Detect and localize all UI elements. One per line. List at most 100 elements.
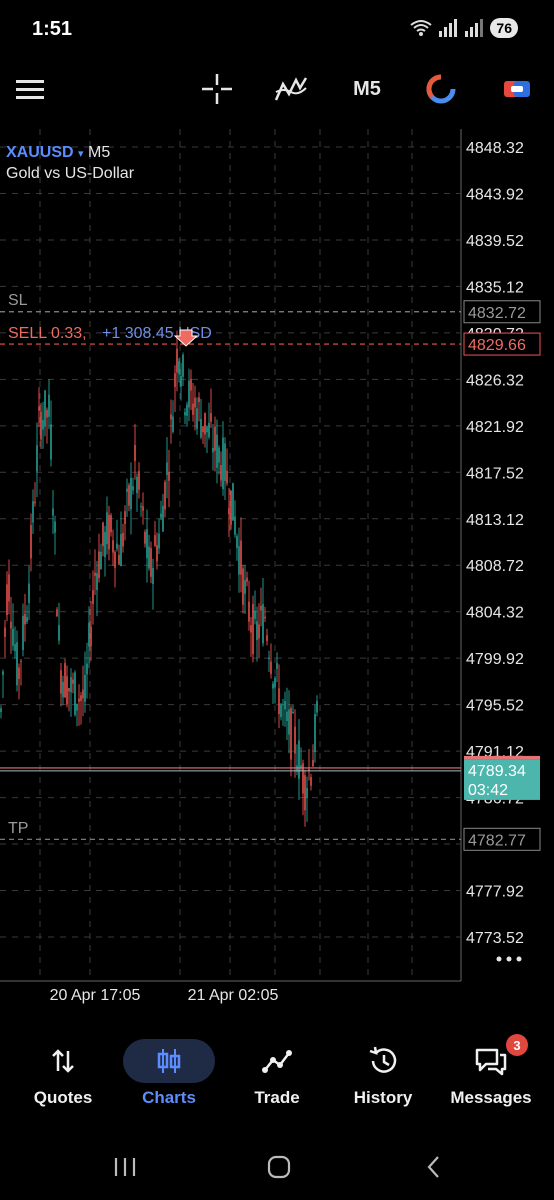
candle-body (12, 628, 14, 646)
more-dots-icon[interactable] (496, 956, 502, 962)
one-click-trading-icon[interactable] (500, 72, 534, 106)
nav-messages[interactable]: 3 Messages (436, 1030, 546, 1120)
price-label: 4839.52 (466, 233, 524, 250)
symbol-dropdown-icon[interactable]: ▾ (78, 148, 84, 160)
candle-body (78, 698, 80, 702)
candle-body (178, 361, 180, 374)
symbol-name[interactable]: XAUUSD (6, 144, 74, 161)
candle-body (282, 704, 284, 706)
price-label: 4795.52 (466, 698, 524, 715)
candle-body (110, 515, 112, 533)
candle-body (222, 437, 224, 490)
candle-body (8, 574, 10, 602)
candle-body (96, 573, 98, 591)
timeframe-button[interactable]: M5 (345, 72, 389, 106)
crosshair-icon[interactable] (200, 72, 234, 106)
candle-body (290, 708, 292, 760)
candle-body (210, 413, 212, 422)
candle-body (260, 605, 262, 611)
candle-body (286, 711, 288, 721)
candle-body (264, 616, 266, 619)
candle-body (116, 543, 118, 549)
candle-body (34, 501, 36, 504)
home-icon[interactable] (259, 1152, 299, 1182)
candle-body (126, 488, 128, 492)
candle-body (24, 613, 26, 625)
objects-icon[interactable] (424, 72, 458, 106)
candle-body (50, 424, 52, 460)
candle-body (122, 532, 124, 547)
candle-body (146, 529, 148, 559)
more-dots-icon[interactable] (516, 956, 522, 962)
candle-body (164, 482, 166, 510)
candle-body (188, 380, 190, 408)
candle-body (6, 584, 8, 616)
candle-body (312, 759, 314, 767)
tp-label: TP (8, 820, 28, 837)
chart-symbol-header[interactable]: XAUUSD ▾ M5 (6, 144, 110, 162)
candle-body (258, 624, 260, 639)
candle-body (44, 390, 46, 427)
candle-body (246, 577, 248, 582)
candle-body (18, 667, 20, 679)
recents-icon[interactable] (105, 1152, 145, 1182)
candle-body (184, 412, 186, 416)
candle-body (170, 414, 172, 420)
candle-body (4, 627, 6, 637)
bid-price: 4789.34 (468, 763, 526, 780)
price-label: 4843.92 (466, 186, 524, 203)
candle-body (90, 626, 92, 646)
nav-history[interactable]: History (328, 1030, 438, 1120)
order-price: 4829.66 (468, 337, 526, 354)
status-icons: 76 (410, 18, 518, 38)
candle-body (14, 644, 16, 652)
candle-body (278, 688, 280, 715)
candle-body (250, 625, 252, 633)
candle-body (22, 615, 24, 651)
candle-body (150, 548, 152, 577)
signal-icon-2 (465, 19, 484, 37)
candle-body (238, 546, 240, 575)
back-icon[interactable] (414, 1152, 454, 1182)
candle-body (136, 476, 138, 494)
candle-body (216, 434, 218, 468)
candle-body (228, 507, 230, 515)
candle-body (206, 426, 208, 433)
nav-quotes[interactable]: Quotes (8, 1030, 118, 1120)
candle-body (294, 726, 296, 754)
indicators-icon[interactable] (273, 72, 309, 106)
more-dots-icon[interactable] (506, 956, 512, 962)
time-label: 20 Apr 17:05 (50, 987, 141, 1004)
candle-body (272, 683, 274, 689)
candle-body (68, 688, 70, 692)
candle-body (198, 397, 200, 403)
candle-body (174, 373, 176, 387)
hamburger-menu-icon[interactable] (14, 72, 46, 106)
nav-label-trade: Trade (254, 1088, 300, 1107)
candle-body (46, 409, 48, 418)
candle-body (66, 676, 68, 705)
candle-body (10, 621, 12, 629)
tp-price: 4782.77 (468, 832, 526, 849)
candlestick-icon (157, 1049, 181, 1073)
candle-body (102, 522, 104, 547)
candle-body (80, 695, 82, 701)
nav-charts[interactable]: Charts (114, 1030, 224, 1120)
candle-body (140, 505, 142, 507)
candle-body (236, 536, 238, 548)
quotes-arrows-icon (49, 1034, 77, 1088)
price-chart[interactable]: 4848.324843.924839.524835.124830.724826.… (0, 128, 554, 1028)
sl-price: 4832.72 (468, 305, 526, 322)
candle-body (64, 663, 66, 698)
candle-body (16, 642, 18, 686)
candle-body (268, 657, 270, 659)
candle-body (98, 551, 100, 579)
candle-body (212, 447, 214, 453)
candle-body (20, 660, 22, 662)
nav-trade[interactable]: Trade (222, 1030, 332, 1120)
candle-body (230, 490, 232, 525)
candle-body (30, 525, 32, 559)
candle-body (72, 679, 74, 684)
candle-body (26, 616, 28, 622)
wifi-icon (410, 20, 433, 36)
